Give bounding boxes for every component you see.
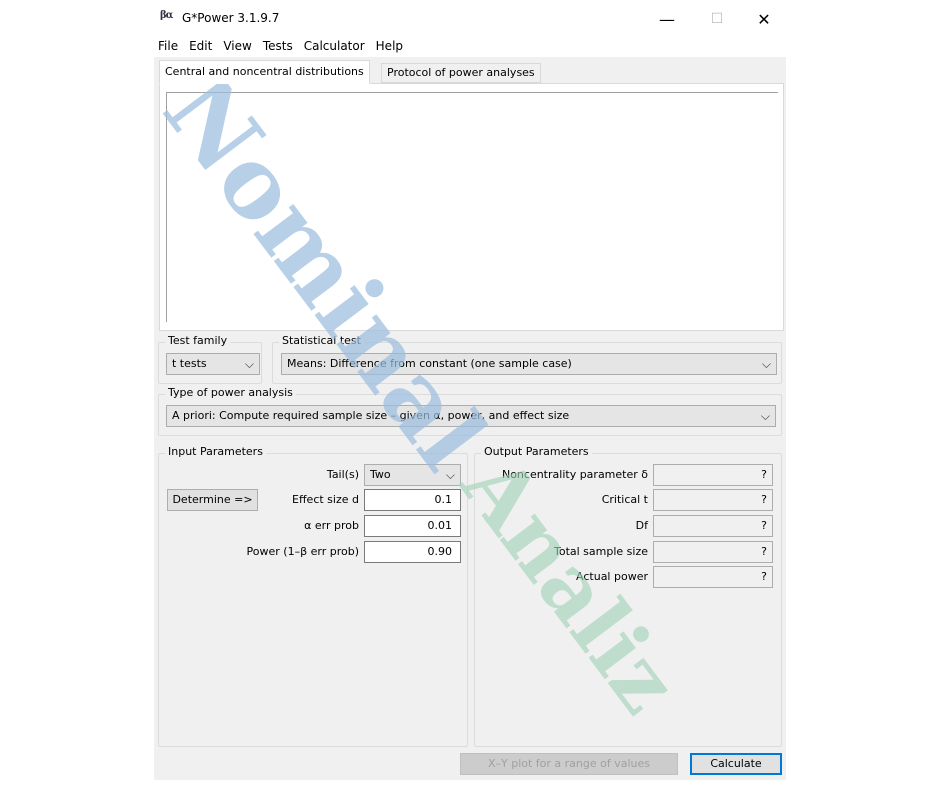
df-label: Df bbox=[635, 519, 648, 532]
menu-view[interactable]: View bbox=[219, 37, 255, 57]
calculate-button[interactable]: Calculate bbox=[690, 753, 782, 775]
menu-file[interactable]: File bbox=[154, 37, 182, 57]
minimize-icon[interactable]: — bbox=[644, 6, 690, 32]
chevron-down-icon: ⌵ bbox=[760, 409, 770, 423]
power-analysis-label: Type of power analysis bbox=[165, 386, 296, 399]
distribution-panel bbox=[159, 83, 784, 331]
close-icon[interactable]: ✕ bbox=[741, 6, 787, 32]
test-family-value: t tests bbox=[172, 357, 207, 370]
client-area: Central and noncentral distributions Pro… bbox=[154, 57, 786, 780]
chevron-down-icon: ⌵ bbox=[761, 357, 771, 371]
df-output: ? bbox=[653, 515, 773, 537]
alpha-input[interactable]: 0.01 bbox=[364, 515, 461, 537]
noncentrality-output: ? bbox=[653, 464, 773, 486]
menu-calculator[interactable]: Calculator bbox=[300, 37, 369, 57]
input-parameters-group: Input Parameters Tail(s) Two ⌵ Determine… bbox=[158, 445, 468, 747]
gpower-window: βα G*Power 3.1.9.7 — ☐ ✕ File Edit View … bbox=[154, 0, 786, 780]
alpha-label: α err prob bbox=[304, 519, 359, 532]
distribution-plot bbox=[166, 92, 778, 322]
critical-t-output: ? bbox=[653, 489, 773, 511]
tab-protocol[interactable]: Protocol of power analyses bbox=[381, 63, 541, 83]
total-sample-size-label: Total sample size bbox=[553, 545, 648, 558]
window-title: G*Power 3.1.9.7 bbox=[182, 11, 280, 25]
effect-size-label: Effect size d bbox=[292, 493, 359, 506]
tails-select[interactable]: Two ⌵ bbox=[364, 464, 461, 486]
tab-distributions[interactable]: Central and noncentral distributions bbox=[159, 60, 370, 84]
menu-tests[interactable]: Tests bbox=[259, 37, 297, 57]
menu-edit[interactable]: Edit bbox=[185, 37, 216, 57]
maximize-icon[interactable]: ☐ bbox=[694, 6, 740, 32]
statistical-test-label: Statistical test bbox=[279, 334, 364, 347]
tails-label: Tail(s) bbox=[326, 468, 359, 481]
xy-plot-button[interactable]: X–Y plot for a range of values bbox=[460, 753, 678, 775]
output-parameters-title: Output Parameters bbox=[481, 445, 592, 458]
tails-value: Two bbox=[370, 468, 391, 481]
statistical-test-select[interactable]: Means: Difference from constant (one sam… bbox=[281, 353, 777, 375]
output-parameters-group: Output Parameters Noncentrality paramete… bbox=[474, 445, 782, 747]
menu-bar: File Edit View Tests Calculator Help bbox=[154, 37, 786, 57]
total-sample-size-output: ? bbox=[653, 541, 773, 563]
power-analysis-group: Type of power analysis A priori: Compute… bbox=[158, 386, 782, 436]
critical-t-label: Critical t bbox=[601, 493, 648, 506]
effect-size-input[interactable]: 0.1 bbox=[364, 489, 461, 511]
statistical-test-group: Statistical test Means: Difference from … bbox=[272, 334, 782, 384]
menu-help[interactable]: Help bbox=[372, 37, 407, 57]
test-family-select[interactable]: t tests ⌵ bbox=[166, 353, 260, 375]
actual-power-output: ? bbox=[653, 566, 773, 588]
noncentrality-label: Noncentrality parameter δ bbox=[501, 468, 648, 481]
test-family-label: Test family bbox=[165, 334, 231, 347]
statistical-test-value: Means: Difference from constant (one sam… bbox=[287, 357, 572, 370]
chevron-down-icon: ⌵ bbox=[445, 468, 455, 482]
chevron-down-icon: ⌵ bbox=[244, 357, 254, 371]
app-icon: βα bbox=[160, 10, 173, 21]
power-label: Power (1–β err prob) bbox=[246, 545, 359, 558]
title-bar[interactable]: βα G*Power 3.1.9.7 — ☐ ✕ bbox=[154, 0, 786, 36]
actual-power-label: Actual power bbox=[576, 570, 648, 583]
power-analysis-value: A priori: Compute required sample size –… bbox=[172, 409, 570, 422]
power-input[interactable]: 0.90 bbox=[364, 541, 461, 563]
test-family-group: Test family t tests ⌵ bbox=[158, 334, 262, 384]
input-parameters-title: Input Parameters bbox=[165, 445, 266, 458]
power-analysis-select[interactable]: A priori: Compute required sample size –… bbox=[166, 405, 776, 427]
